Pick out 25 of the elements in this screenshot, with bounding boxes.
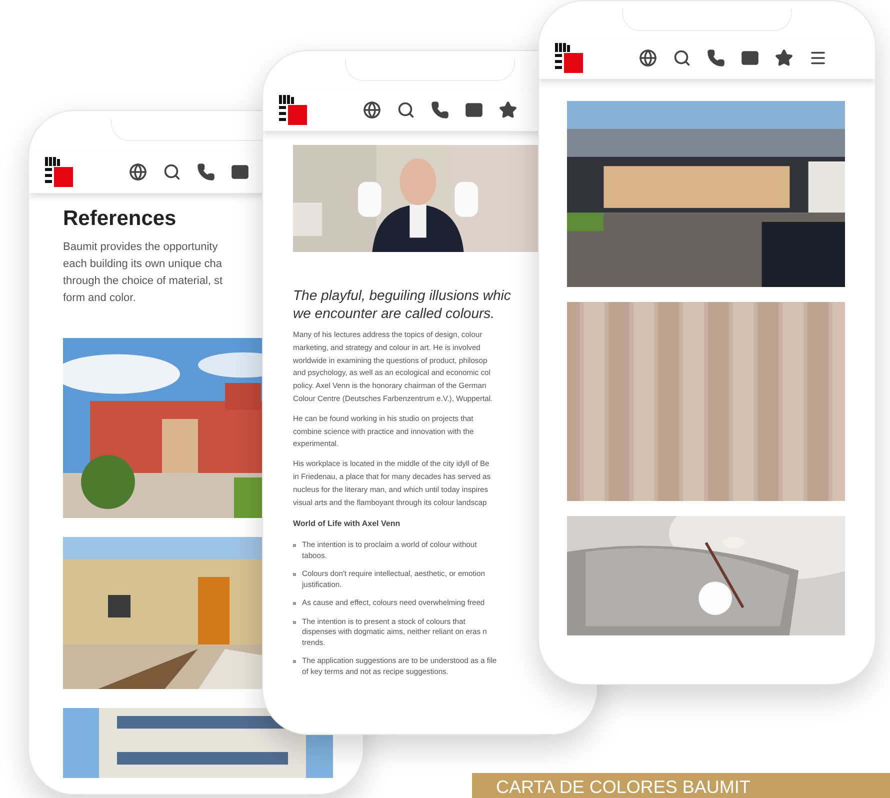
section-subheading: World of Life with Axel Venn [293,518,402,530]
page-title: References [63,206,178,232]
bullet-icon [293,544,296,548]
intro-text: Baumit provides the opportunity each building its own unique cha through the choice of material, st form and color. [63,240,223,306]
bullet-icon [293,660,296,664]
phone-icon[interactable] [197,163,215,181]
globe-icon[interactable] [639,49,657,67]
globe-icon[interactable] [129,163,147,181]
phone-icon[interactable] [707,49,725,67]
phone-icon[interactable] [431,101,449,119]
search-icon[interactable] [397,101,415,119]
star-icon[interactable] [499,101,517,119]
bullet-icon [293,573,296,576]
search-icon[interactable] [673,49,691,67]
logo-icon[interactable] [555,43,583,73]
globe-icon[interactable] [363,101,381,119]
star-icon[interactable] [775,49,793,67]
logo-icon[interactable] [279,95,307,125]
quote-heading: The playful, beguiling illusions whic we encounter are called colours. [293,286,511,322]
logo-icon[interactable] [45,157,73,187]
search-icon[interactable] [163,163,181,181]
banner-text: CARTA DE COLORES BAUMIT [496,777,750,797]
bullet-icon [293,602,296,606]
menu-icon[interactable] [809,49,827,67]
bullet-icon [293,620,296,624]
